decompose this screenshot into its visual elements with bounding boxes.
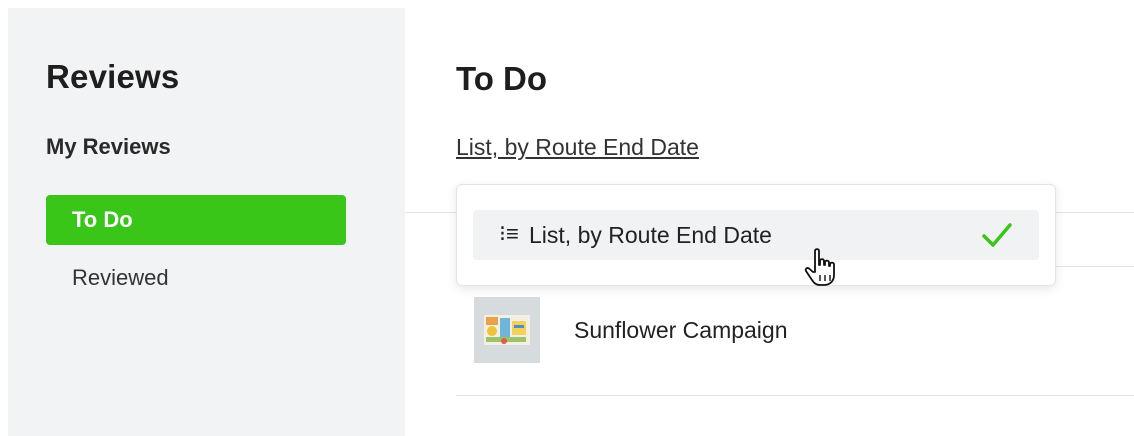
campaign-thumbnail bbox=[474, 297, 540, 363]
window-frame-left bbox=[0, 8, 8, 436]
sidebar-item-label: To Do bbox=[72, 207, 133, 232]
checkmark-icon bbox=[981, 221, 1013, 254]
window-frame-top bbox=[0, 0, 1134, 8]
view-selector-link[interactable]: List, by Route End Date bbox=[456, 134, 699, 161]
sidebar-item-label: Reviewed bbox=[72, 265, 169, 290]
view-dropdown-menu: ⁝≡ List, by Route End Date bbox=[456, 184, 1056, 286]
sidebar-item-to-do[interactable]: To Do bbox=[46, 195, 346, 245]
review-row[interactable]: Sunflower Campaign bbox=[456, 296, 1134, 366]
row-divider bbox=[456, 395, 1134, 396]
page-title: To Do bbox=[456, 60, 548, 97]
sidebar-item-reviewed[interactable]: Reviewed bbox=[46, 253, 346, 303]
view-option-list-by-route-end-date[interactable]: ⁝≡ List, by Route End Date bbox=[473, 210, 1039, 260]
option-label: List, by Route End Date bbox=[529, 222, 772, 248]
review-title: Sunflower Campaign bbox=[574, 317, 788, 343]
list-icon: ⁝≡ bbox=[499, 221, 519, 246]
sidebar-title: Reviews bbox=[46, 58, 180, 95]
my-reviews-heading: My Reviews bbox=[46, 134, 171, 159]
hand-pointer-cursor-icon bbox=[802, 246, 842, 295]
